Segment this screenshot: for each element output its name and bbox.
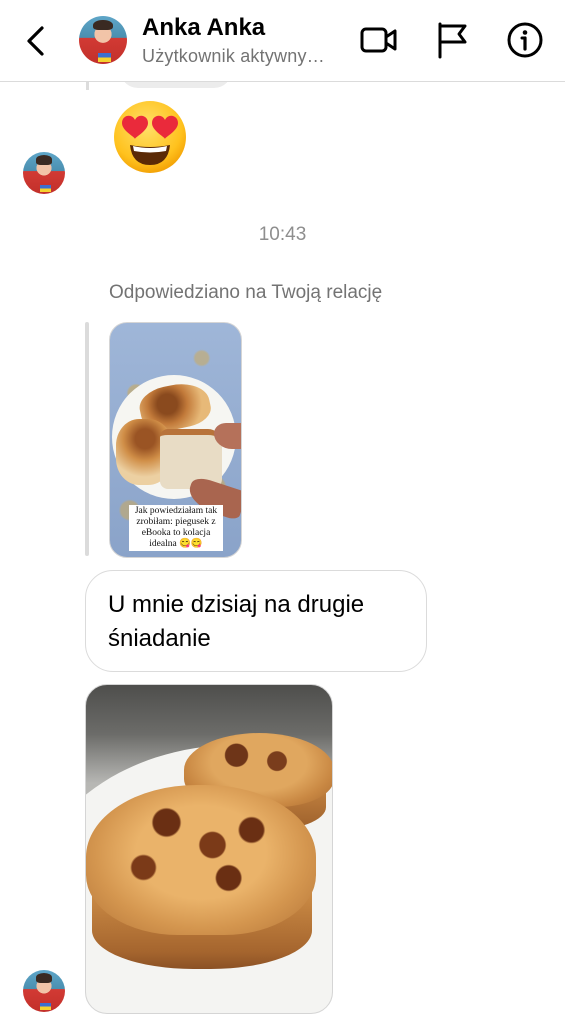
flag-icon[interactable]: [432, 20, 472, 60]
heart-eyes-emoji-message[interactable]: 😍: [110, 97, 190, 177]
info-icon[interactable]: [505, 20, 545, 60]
chat-header: Anka Anka Użytkownik aktywny…: [0, 0, 565, 82]
message-timestamp: 10:43: [258, 224, 307, 245]
text-message-bubble[interactable]: U mnie dzisiaj na drugie śniadanie: [85, 570, 427, 672]
heart-eyes-emoji-icon: [114, 101, 186, 173]
story-thumbnail[interactable]: Jak powiedziałam tak zrobiłam: piegusek …: [109, 322, 242, 558]
replied-to-story-label: Odpowiedziano na Twoją relację: [109, 282, 383, 303]
contact-status: Użytkownik aktywny…: [142, 46, 325, 66]
message-text-line: śniadanie: [108, 625, 211, 652]
story-caption: Jak powiedziałam tak zrobiłam: piegusek …: [129, 505, 223, 551]
contact-name[interactable]: Anka Anka: [142, 14, 265, 42]
sender-avatar[interactable]: [23, 152, 65, 194]
message-text-line: U mnie dzisiaj na drugie: [108, 591, 365, 618]
sender-avatar[interactable]: [23, 970, 65, 1012]
reply-indicator-bar: [85, 322, 89, 556]
chevron-left-icon[interactable]: [22, 24, 52, 58]
video-camera-icon[interactable]: [358, 20, 398, 60]
photo-message[interactable]: [85, 684, 333, 1014]
contact-avatar[interactable]: [79, 16, 127, 64]
